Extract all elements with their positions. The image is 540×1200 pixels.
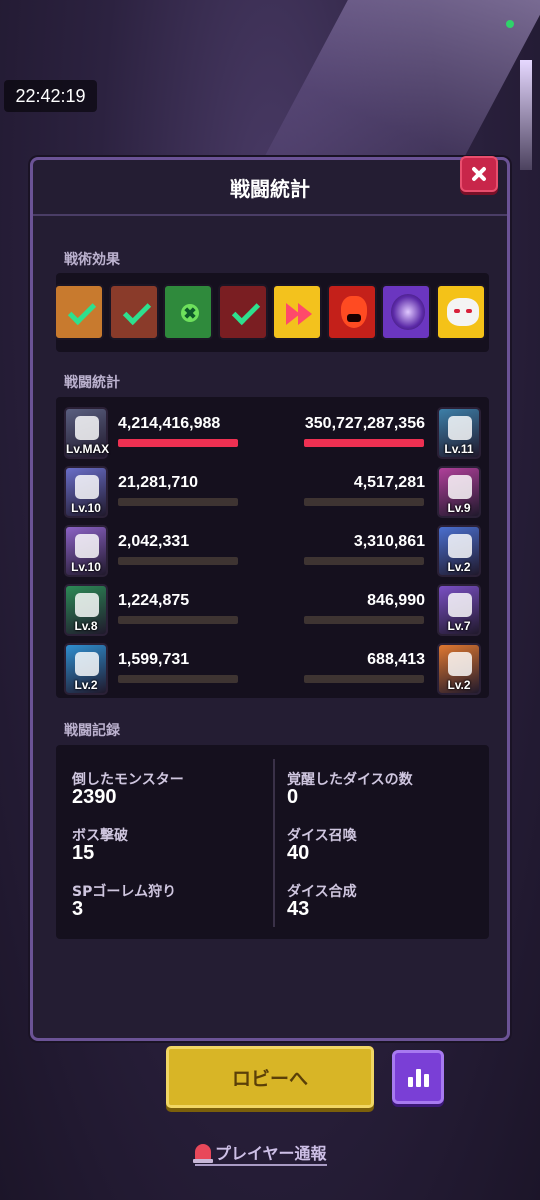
fast-forward-icon [298,303,312,325]
hat-check-effect-2-icon [217,284,268,340]
demon-effect-icon [326,284,377,340]
damage-share-bar [304,439,424,447]
crystal-dice-icon[interactable]: Lv.MAX [64,407,110,459]
damage-share-bar [118,498,238,506]
lobby-button[interactable]: ロビーへ [166,1046,374,1108]
damage-share-bar [304,498,424,506]
damage-value: 2,042,331 [118,533,190,550]
damage-share-bar [304,616,424,624]
wand-cancel-effect-icon [163,284,213,340]
record-label: 覚醒したダイスの数 [287,772,413,788]
demon-face-icon [340,296,367,328]
tactical-effects-list [56,273,489,352]
stage-light-beam [520,60,532,170]
battle-stats-label: 戦闘統計 [64,375,120,391]
record-value: 40 [287,842,310,864]
checkmark-icon [122,296,151,326]
petal-dice-icon[interactable]: Lv.2 [437,643,481,695]
dice-face [448,475,472,499]
record-label: SPゴーレム狩り [72,884,177,900]
dice-level-label: Lv.2 [447,678,471,692]
damage-stats-table: Lv.MAX 4,214,416,988 Lv.10 21,281,710 Lv.10 2… [56,397,489,698]
light-dice-icon[interactable]: Lv.10 [64,466,108,518]
player-report-link[interactable]: プレイヤー通報 [193,1140,327,1166]
battle-stats-dialog: 戦闘統計 戦術効果 戦闘統計 Lv.MAX 4,214,416,988 Lv.10 2… [30,156,510,1041]
cat-face-icon [446,298,479,326]
damage-value: 4,517,281 [353,474,425,491]
battle-record-panel: 倒したモンスター 2390 ボス撃破 15 SPゴーレム狩り 3 覚醒したダイスの数 0 ダイス… [56,745,489,939]
dice-level-label: Lv.8 [74,619,98,633]
checkmark-icon [67,296,97,326]
siren-icon [193,1144,213,1163]
dice-face [75,652,99,676]
battle-record-label: 戦闘記録 [64,723,120,739]
flower-dice-icon[interactable]: Lv.10 [64,525,108,577]
damage-share-bar [118,557,238,565]
dialog-title: 戦闘統計 [230,176,310,201]
damage-value: 1,599,731 [118,651,190,668]
dice-level-label: Lv.2 [447,560,471,574]
damage-share-bar [118,616,238,624]
fast-forward-effect-icon [272,284,322,340]
dice-face [75,416,99,440]
dice-face [448,416,472,440]
record-value: 2390 [72,786,117,808]
dice-level-label: Lv.11 [444,442,474,456]
shadow-face-icon [391,294,425,330]
record-value: 43 [287,898,310,920]
lobby-button-label: ロビーへ [231,1067,308,1090]
player-report-label: プレイヤー通報 [215,1144,327,1163]
cat-effect-icon [435,284,486,340]
damage-value: 4,214,416,988 [118,415,221,432]
shadow-effect-icon [381,284,431,340]
music-dice-icon[interactable]: Lv.7 [437,584,481,636]
dialog-header: 戦闘統計 [33,160,507,216]
bar-chart-icon [408,1067,430,1087]
damage-value: 21,281,710 [118,474,199,491]
record-value: 3 [72,898,84,920]
close-icon [471,166,487,182]
cancel-icon [181,304,199,322]
damage-share-bar [304,557,424,565]
close-button[interactable] [460,156,498,192]
record-value: 15 [72,842,95,864]
damage-share-fill [304,439,424,447]
stats-chart-button[interactable] [392,1050,444,1104]
dice-level-label: Lv.10 [71,560,101,574]
dice-level-label: Lv.2 [74,678,98,692]
damage-value: 3,310,861 [353,533,425,550]
record-divider [273,759,275,927]
status-indicator-dot [506,20,514,28]
dice-face [448,652,472,676]
mech-dice-icon[interactable]: Lv.11 [437,407,481,459]
dice-level-label: Lv.7 [447,619,471,633]
damage-value: 1,224,875 [118,592,190,609]
dice-face [448,534,472,558]
damage-value: 350,727,287,356 [304,415,425,432]
dice-face [75,593,99,617]
damage-value: 688,413 [367,651,425,668]
hat-check-effect-icon [108,284,159,340]
damage-share-bar [118,675,238,683]
clock-time: 22:42:19 [4,80,97,112]
shield-dice-icon[interactable]: Lv.9 [437,466,481,518]
dice-level-label: Lv.9 [447,501,471,515]
damage-share-bar [118,439,238,447]
damage-share-bar [304,675,424,683]
dice-face [75,534,99,558]
target-dice-icon[interactable]: Lv.8 [64,584,108,636]
rotate-check-effect-icon [56,284,104,340]
vortex-dice-icon[interactable]: Lv.2 [437,525,481,577]
dice-level-label: Lv.MAX [66,442,110,456]
damage-value: 846,990 [367,592,425,609]
tactical-effects-label: 戦術効果 [64,252,120,268]
damage-share-fill [118,439,238,447]
dice-face [448,593,472,617]
prism-dice-icon[interactable]: Lv.2 [64,643,108,695]
checkmark-icon [231,296,260,326]
dice-face [75,475,99,499]
record-value: 0 [287,786,299,808]
dice-level-label: Lv.10 [71,501,101,515]
